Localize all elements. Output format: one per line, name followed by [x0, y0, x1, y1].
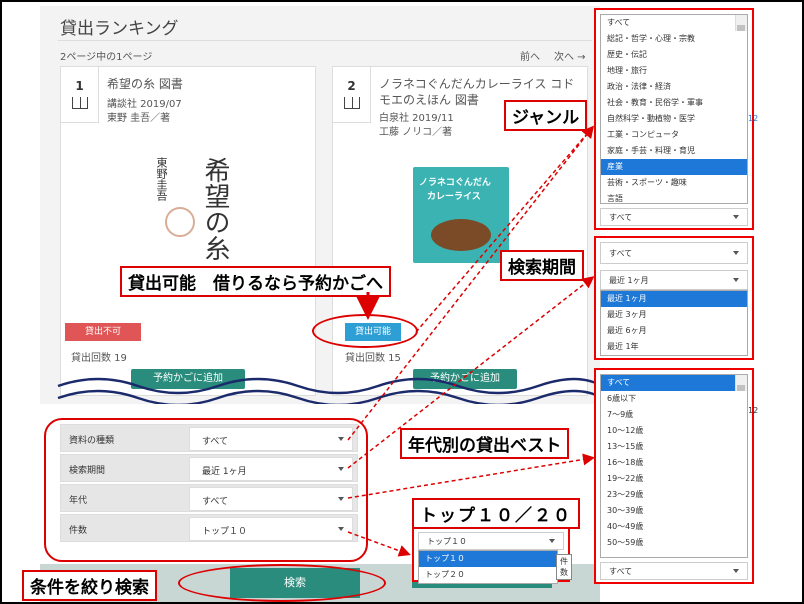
stage: 貸出ランキング 2ページ中の1ページ 前へ 次へ → 1 希望の糸 図書 講談社…: [0, 0, 804, 604]
arrows-layer: [347, 125, 595, 557]
